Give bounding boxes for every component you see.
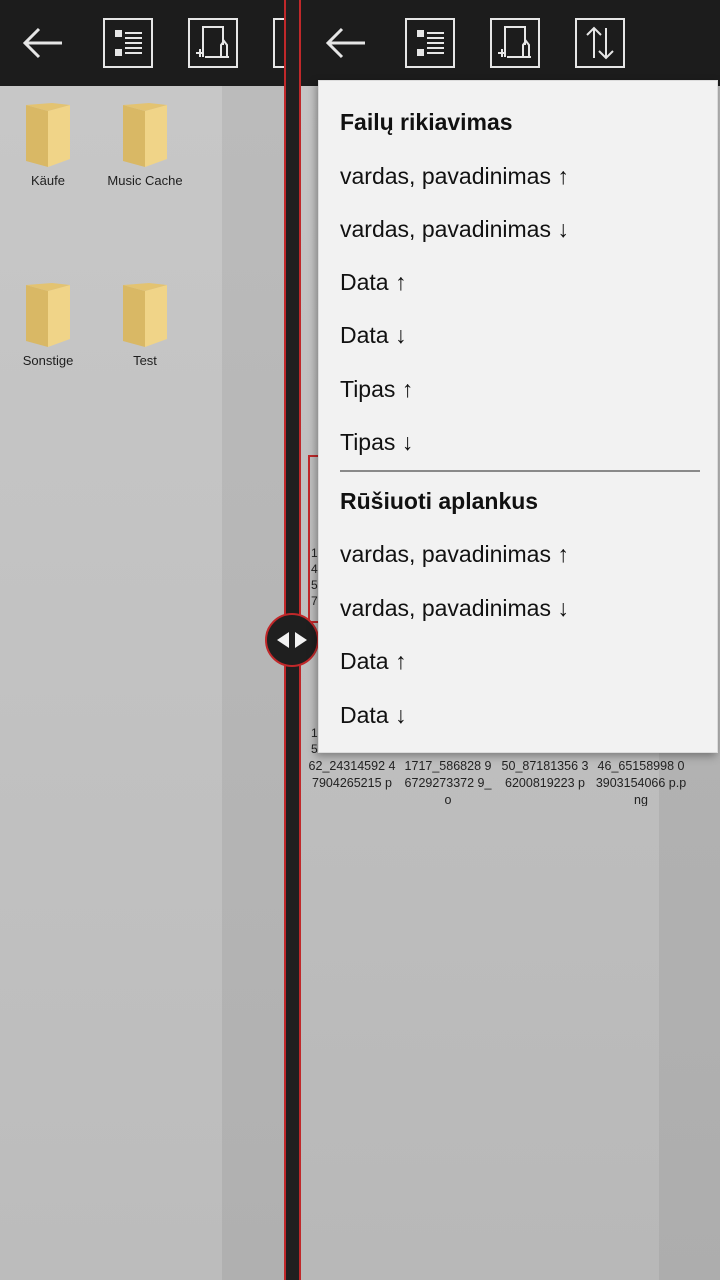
folder-icon: [123, 103, 167, 167]
folder-icon: [26, 103, 70, 167]
folder-item[interactable]: Test: [97, 283, 193, 368]
sort-folders-date-desc[interactable]: Data ↓: [340, 693, 700, 737]
menu-divider: [340, 470, 700, 472]
folders-sort-title: Rūšiuoti aplankus: [340, 488, 539, 514]
sort-folders-date-asc[interactable]: Data ↑: [340, 639, 700, 683]
sort-button[interactable]: [575, 18, 625, 68]
right-toolbar: [301, 0, 720, 86]
details-view-button[interactable]: [103, 18, 153, 68]
file-name-fragment: 1 4 5 7: [311, 546, 318, 608]
left-pane: Käufe Music Cache Sonstige Test: [0, 0, 284, 1280]
details-list-icon: [115, 30, 142, 56]
file-label[interactable]: 1717_586828 96729273372 9_o: [402, 758, 494, 806]
folder-label: Käufe: [31, 173, 65, 188]
new-folder-button[interactable]: [188, 18, 238, 68]
folder-item[interactable]: Sonstige: [0, 283, 96, 368]
sort-files-name-asc[interactable]: vardas, pavadinimas ↑: [340, 154, 700, 198]
new-folder-icon: [498, 26, 531, 58]
sort-folders-name-desc[interactable]: vardas, pavadinimas ↓: [340, 586, 700, 630]
left-toolbar: [0, 0, 284, 86]
file-label[interactable]: 62_24314592 47904265215 p: [306, 758, 398, 806]
new-folder-icon: [196, 26, 229, 58]
sort-folders-name-asc[interactable]: vardas, pavadinimas ↑: [340, 532, 700, 576]
file-label[interactable]: 50_87181356 36200819223 p: [499, 758, 591, 806]
folder-label: Test: [133, 353, 157, 368]
resize-arrows-icon: [277, 632, 307, 648]
folder-label: Music Cache: [107, 173, 183, 188]
new-folder-button[interactable]: [490, 18, 540, 68]
sort-files-type-desc[interactable]: Tipas ↓: [340, 420, 700, 464]
sort-files-date-desc[interactable]: Data ↓: [340, 313, 700, 357]
back-button[interactable]: [320, 18, 370, 68]
folder-icon: [26, 283, 70, 347]
file-label[interactable]: 46_65158998 03903154066 p.png: [595, 758, 687, 806]
folder-label: Sonstige: [22, 353, 74, 368]
file-name-fragment: 1 5: [311, 726, 318, 756]
folder-icon: [123, 283, 167, 347]
sort-icon: [586, 26, 614, 60]
sort-files-type-asc[interactable]: Tipas ↑: [340, 367, 700, 411]
splitter-handle[interactable]: [265, 613, 319, 667]
folder-item[interactable]: Music Cache: [97, 103, 193, 188]
sort-files-date-asc[interactable]: Data ↑: [340, 260, 700, 304]
files-sort-title: Failų rikiavimas: [340, 109, 513, 135]
sort-menu-popup: Failų rikiavimas vardas, pavadinimas ↑ v…: [318, 80, 718, 753]
back-arrow-icon: [22, 27, 62, 59]
details-list-icon: [417, 30, 444, 56]
details-view-button[interactable]: [405, 18, 455, 68]
folder-item[interactable]: Käufe: [0, 103, 96, 188]
sort-files-name-desc[interactable]: vardas, pavadinimas ↓: [340, 207, 700, 251]
back-button[interactable]: [17, 18, 67, 68]
back-arrow-icon: [325, 27, 365, 59]
sort-button-left[interactable]: [273, 18, 284, 68]
